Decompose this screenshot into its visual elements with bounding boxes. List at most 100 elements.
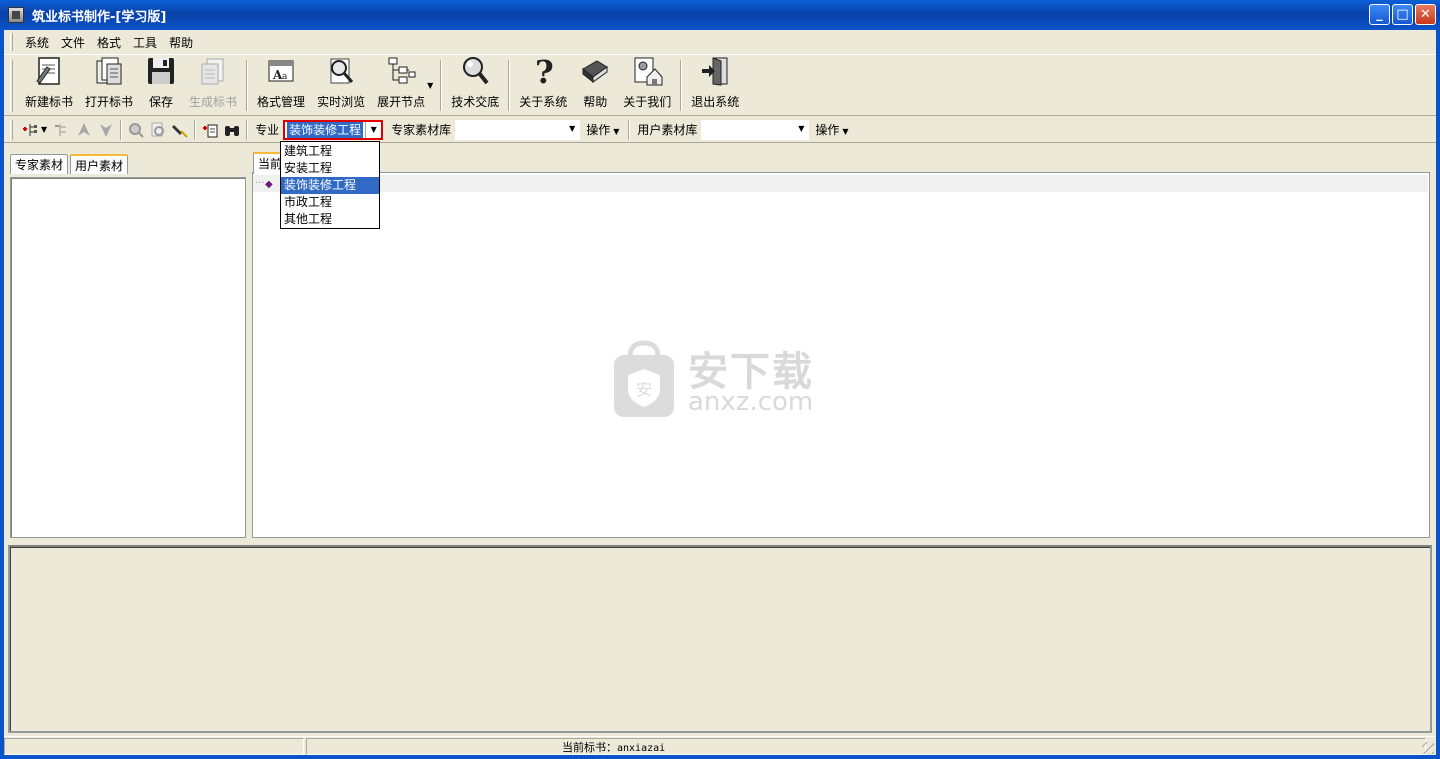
toolbar2-separator	[628, 119, 631, 140]
magnifier-icon	[459, 55, 491, 87]
expert-library-label: 专家素材库	[391, 123, 452, 137]
generate-document-button[interactable]: 生成标书	[183, 56, 243, 115]
chevron-down-icon[interactable]: ▼	[365, 121, 382, 138]
exit-system-button[interactable]: 退出系统	[685, 56, 745, 115]
status-panel-1	[4, 737, 304, 755]
help-button[interactable]: 帮助	[573, 56, 617, 115]
expert-operate-menu[interactable]: 操作 ▼	[586, 121, 619, 138]
chevron-down-icon[interactable]: ▼	[793, 120, 809, 138]
toolbar-separator	[508, 60, 511, 111]
close-button[interactable]: ✕	[1415, 4, 1436, 25]
binoculars-icon[interactable]	[223, 121, 241, 139]
chevron-down-icon: ▼	[613, 127, 620, 136]
move-down-icon[interactable]	[97, 121, 115, 139]
toolbar-separator	[246, 60, 249, 111]
format-manage-label: 格式管理	[257, 95, 306, 109]
dropdown-option-decoration[interactable]: 装饰装修工程	[281, 177, 379, 194]
menu-tools[interactable]: 工具	[127, 32, 163, 53]
menu-format[interactable]: 格式	[91, 32, 127, 53]
resize-grip[interactable]	[1422, 742, 1434, 754]
dropdown-option-installation[interactable]: 安装工程	[281, 160, 379, 177]
user-operate-menu[interactable]: 操作 ▼	[815, 121, 848, 138]
zoom-icon[interactable]	[127, 121, 145, 139]
tab-expert-material[interactable]: 专家素材	[10, 154, 69, 174]
expand-nodes-button[interactable]: 展开节点	[371, 56, 431, 115]
expand-nodes-dropdown-arrow[interactable]: ▼	[427, 81, 433, 90]
dropdown-option-building[interactable]: 建筑工程	[281, 143, 379, 160]
toolbar2-separator	[194, 119, 197, 140]
dropdown-option-municipal[interactable]: 市政工程	[281, 194, 379, 211]
chevron-down-icon[interactable]: ▼	[564, 120, 580, 138]
open-document-button[interactable]: 打开标书	[79, 56, 139, 115]
generate-document-icon	[197, 55, 229, 87]
secondary-toolbar: ▼ 专业 装饰装修工程 ▼ 专家素材库 ▼ 操作 ▼ 用户素材库 ▼ 操作 ▼	[4, 117, 1436, 143]
toolbar2-grip[interactable]	[10, 119, 13, 140]
tab-user-material[interactable]: 用户素材	[70, 154, 129, 174]
watermark: 安 安下载 anxz.com	[612, 339, 832, 421]
status-panel-2	[306, 737, 1426, 755]
tech-briefing-button[interactable]: 技术交底	[445, 56, 505, 115]
add-node-icon[interactable]	[21, 121, 39, 139]
app-icon	[8, 7, 24, 23]
material-tree-panel[interactable]	[10, 177, 246, 538]
about-system-label: 关于系统	[519, 95, 568, 109]
live-preview-button[interactable]: 实时浏览	[311, 56, 371, 115]
add-node-dropdown-arrow[interactable]: ▼	[41, 125, 47, 134]
about-us-label: 关于我们	[623, 95, 672, 109]
new-document-icon	[33, 55, 65, 87]
window-frame-right	[1436, 30, 1440, 759]
dropdown-option-other[interactable]: 其他工程	[281, 211, 379, 228]
bottom-content-panel[interactable]	[8, 545, 1432, 733]
new-document-button[interactable]: 新建标书	[19, 56, 79, 115]
format-manage-button[interactable]: Aa 格式管理	[251, 56, 311, 115]
about-us-icon	[631, 55, 663, 87]
major-select[interactable]: 装饰装修工程 ▼	[283, 119, 384, 140]
save-button[interactable]: 保存	[139, 56, 183, 115]
exit-door-icon	[699, 55, 731, 87]
menu-system[interactable]: 系统	[19, 32, 55, 53]
title-bar: 筑业标书制作-[学习版] _ □ ✕	[0, 0, 1440, 30]
svg-text:?: ?	[535, 55, 554, 87]
tree-node-icon: ◆	[265, 179, 273, 190]
menu-help[interactable]: 帮助	[163, 32, 199, 53]
expert-operate-label: 操作	[586, 123, 611, 137]
menu-grip[interactable]	[10, 33, 13, 51]
import-document-icon[interactable]	[201, 121, 219, 139]
user-library-select[interactable]: ▼	[701, 119, 810, 140]
window-frame-bottom	[0, 755, 1440, 759]
minimize-button[interactable]: _	[1369, 4, 1390, 25]
exit-system-label: 退出系统	[691, 95, 740, 109]
format-manage-icon: Aa	[265, 55, 297, 87]
live-preview-label: 实时浏览	[317, 95, 366, 109]
magnifier-document-icon	[325, 55, 357, 87]
maximize-button[interactable]: □	[1392, 4, 1413, 25]
expert-library-select[interactable]: ▼	[455, 119, 581, 140]
vertical-splitter[interactable]	[247, 150, 251, 542]
about-system-button[interactable]: ? 关于系统	[513, 55, 573, 115]
search-document-icon[interactable]	[149, 121, 167, 139]
toolbar-grip[interactable]	[10, 60, 13, 112]
watermark-en: anxz.com	[688, 387, 814, 417]
menu-bar: 系统 文件 格式 工具 帮助	[4, 30, 1436, 55]
tree-connector: ···	[255, 178, 265, 189]
main-toolbar: 新建标书 打开标书 保存 生成标书 Aa 格式管理 实时浏览 展开节点 ▼ 技术…	[4, 55, 1436, 116]
remove-node-icon[interactable]	[53, 121, 71, 139]
document-outline-panel[interactable]: ··· ◆ 安 安下载 anxz.com	[252, 172, 1430, 538]
window-title: 筑业标书制作-[学习版]	[32, 9, 167, 25]
toolbar2-separator	[246, 119, 249, 140]
question-mark-icon: ?	[527, 55, 559, 87]
new-document-label: 新建标书	[25, 95, 74, 109]
highlight-icon[interactable]	[171, 121, 189, 139]
menu-file[interactable]: 文件	[55, 32, 91, 53]
current-document-status: 当前标书：anxiazai	[562, 739, 665, 755]
open-document-label: 打开标书	[85, 95, 134, 109]
help-label: 帮助	[583, 95, 608, 109]
major-label: 专业	[255, 123, 280, 137]
tech-briefing-label: 技术交底	[451, 95, 500, 109]
toolbar2-separator	[120, 119, 123, 140]
move-up-icon[interactable]	[75, 121, 93, 139]
about-us-button[interactable]: 关于我们	[617, 56, 677, 115]
tree-row[interactable]: ··· ◆	[253, 175, 1428, 192]
watermark-shield-text: 安	[636, 380, 652, 399]
current-document-status-value: anxiazai	[617, 743, 666, 754]
